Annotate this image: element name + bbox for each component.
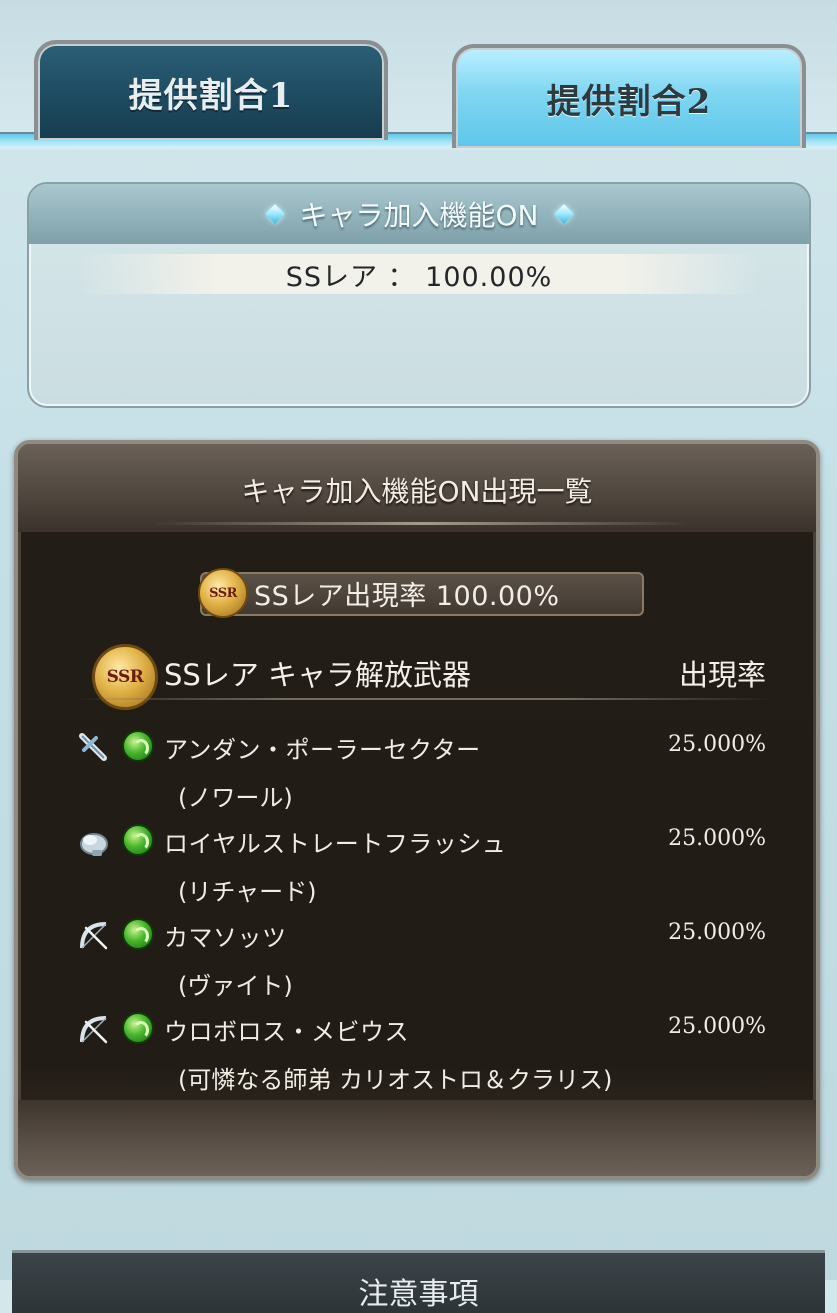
column-header-rate: 出現率 — [678, 658, 766, 692]
list-title: キャラ加入機能ON出現一覧 — [241, 475, 593, 508]
header-divider — [152, 522, 692, 525]
diamond-icon — [553, 204, 574, 224]
ssr-crest-label: SSR — [106, 667, 144, 687]
list-footer — [18, 1100, 816, 1176]
ssr-crest-icon: SSR — [92, 644, 158, 710]
fist-icon — [74, 822, 114, 862]
tab-rate-2[interactable]: 提供割合2 — [452, 44, 806, 148]
wind-element-icon — [122, 824, 154, 856]
bow-icon — [74, 916, 114, 956]
item-rate: 25.000% — [668, 732, 766, 757]
item-rate: 25.000% — [668, 1014, 766, 1039]
list-item: ロイヤルストレートフラッシュ (リチャード) 25.000% — [18, 822, 816, 912]
list-item: ウロボロス・メビウス (可憐なる師弟 カリオストロ＆クラリス) 25.000% — [18, 1010, 816, 1100]
tab-rate-1[interactable]: 提供割合1 — [34, 40, 388, 140]
item-character: (リチャード) — [178, 878, 317, 906]
notes-section-header[interactable]: 注意事項 — [12, 1250, 825, 1313]
list-item: アンダン・ポーラーセクター (ノワール) 25.000% — [18, 728, 816, 818]
column-divider — [74, 698, 774, 700]
rarity-rate-text: SSレア出現率 100.00% — [254, 581, 560, 612]
diamond-icon — [264, 204, 285, 224]
wind-element-icon — [122, 1012, 154, 1044]
column-header-name: SSレア キャラ解放武器 — [164, 658, 472, 692]
item-character: (ノワール) — [178, 784, 293, 812]
feature-title: キャラ加入機能ON — [299, 199, 539, 232]
wind-element-icon — [122, 918, 154, 950]
item-name: カマソッツ — [164, 924, 287, 952]
rarity-rate-row: SSレア ： 100.00% — [79, 254, 759, 294]
ssr-badge-icon: SSR — [198, 568, 248, 618]
tabs-bar: 提供割合1 提供割合2 — [0, 0, 837, 150]
tab-label: 提供割合2 — [546, 81, 712, 122]
item-rate: 25.000% — [668, 920, 766, 945]
tab-label: 提供割合1 — [128, 75, 294, 116]
notes-title: 注意事項 — [358, 1277, 479, 1312]
wind-element-icon — [122, 730, 154, 762]
item-name: ウロボロス・メビウス — [164, 1018, 409, 1046]
feature-panel: キャラ加入機能ON SSレア ： 100.00% — [27, 182, 811, 408]
rarity-rate-text: SSレア ： 100.00% — [285, 261, 553, 293]
drop-list-panel[interactable]: キャラ加入機能ON出現一覧 SSR SSレア出現率 100.00% SSR SS… — [14, 440, 820, 1180]
item-name: ロイヤルストレートフラッシュ — [164, 830, 507, 858]
list-item: カマソッツ (ヴァイト) 25.000% — [18, 916, 816, 1006]
feature-header: キャラ加入機能ON — [29, 184, 809, 244]
dagger-icon — [74, 728, 114, 768]
item-rate: 25.000% — [668, 826, 766, 851]
ssr-badge-label: SSR — [209, 585, 237, 601]
bow-icon — [74, 1010, 114, 1050]
item-character: (可憐なる師弟 カリオストロ＆クラリス) — [178, 1066, 613, 1094]
item-name: アンダン・ポーラーセクター — [164, 736, 481, 764]
item-character: (ヴァイト) — [178, 972, 293, 1000]
